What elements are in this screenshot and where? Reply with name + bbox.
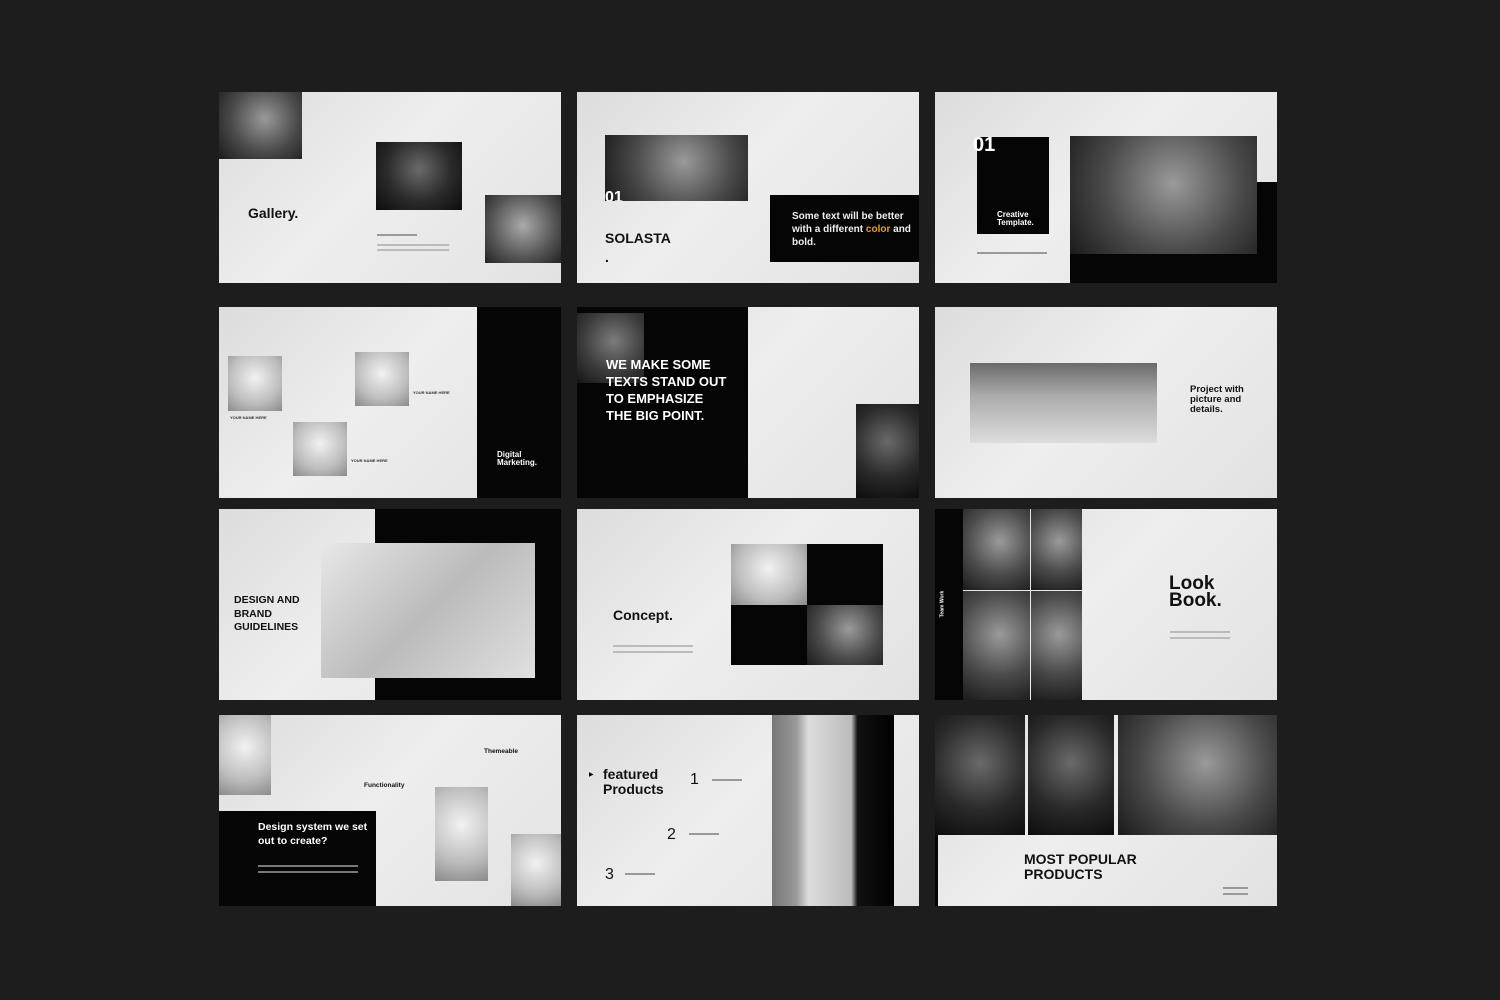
black-strip: Team Work xyxy=(935,509,963,700)
slide-creative-template[interactable]: 01 Creative Template. xyxy=(935,92,1277,283)
photo xyxy=(605,135,748,201)
photo xyxy=(293,422,347,476)
side-label: Team Work xyxy=(939,590,946,618)
photo xyxy=(511,834,561,906)
photo xyxy=(807,605,883,665)
photo xyxy=(731,544,807,605)
slide-title: Creative Template. xyxy=(997,210,1034,228)
feature-label: Functionality xyxy=(364,782,405,789)
feature-label: Themeable xyxy=(484,748,518,755)
slide-lookbook[interactable]: Team Work Look Book. xyxy=(935,509,1277,700)
item-number: 2 xyxy=(667,826,676,843)
photo xyxy=(435,787,488,881)
text-line xyxy=(1170,631,1230,633)
photo xyxy=(1031,509,1082,590)
text-line xyxy=(613,651,693,653)
slide-solasta[interactable]: 01 SOLASTA . Some text will be better wi… xyxy=(577,92,919,283)
photo xyxy=(485,195,561,263)
callout-text: Some text will be better with a differen… xyxy=(792,211,911,248)
text-line xyxy=(1223,887,1248,889)
photo xyxy=(970,363,1157,443)
slide-title: Project with picture and details. xyxy=(1190,384,1244,415)
item-number: 3 xyxy=(605,866,614,883)
text-line xyxy=(1223,893,1248,895)
black-box: Design system we set out to create? xyxy=(219,811,376,906)
photo xyxy=(1031,591,1082,700)
black-panel: Digital Marketing. xyxy=(477,307,561,498)
photo xyxy=(321,543,535,678)
photo xyxy=(376,142,462,210)
text-line xyxy=(689,833,719,835)
slide-title: Digital Marketing. xyxy=(497,450,538,468)
slide-team[interactable]: Digital Marketing. YOUR NAME HERE YOUR N… xyxy=(219,307,561,498)
black-box xyxy=(731,605,807,665)
text-line xyxy=(258,865,358,867)
slide-title: SOLASTA xyxy=(605,230,671,246)
text-line xyxy=(377,244,449,246)
black-edge xyxy=(935,835,938,906)
text-line xyxy=(258,871,358,873)
text-line xyxy=(712,779,742,781)
text-line xyxy=(377,234,417,236)
text-line xyxy=(625,873,655,875)
text-line xyxy=(977,252,1047,254)
slide-guidelines[interactable]: DESIGN AND BRAND GUIDELINES xyxy=(219,509,561,700)
slide-title: DESIGN AND BRAND GUIDELINES xyxy=(234,594,300,634)
photo xyxy=(219,715,271,795)
text-line xyxy=(377,249,449,251)
slide-title: featured Products xyxy=(603,766,664,797)
slide-title: Gallery. xyxy=(248,205,299,221)
slide-title: MOST POPULAR PRODUCTS xyxy=(1024,851,1137,882)
statement-text: WE MAKE SOME TEXTS STAND OUT TO EMPHASIZ… xyxy=(606,357,727,423)
callout-box: Some text will be better with a differen… xyxy=(770,195,919,262)
photo xyxy=(772,715,894,906)
slide-design-system[interactable]: Design system we set out to create? Them… xyxy=(219,715,561,906)
slide-number: 01 xyxy=(605,190,623,201)
black-box: 01 Creative Template. xyxy=(973,135,1049,234)
arrow-icon: ▶ xyxy=(589,772,594,778)
title-dot: . xyxy=(605,249,609,265)
slide-title: Concept. xyxy=(613,607,673,623)
slide-project[interactable]: Project with picture and details. xyxy=(935,307,1277,498)
item-number: 1 xyxy=(690,771,699,788)
slide-statement[interactable]: WE MAKE SOME TEXTS STAND OUT TO EMPHASIZ… xyxy=(577,307,919,498)
slide-featured[interactable]: ▶ featured Products 1 2 3 xyxy=(577,715,919,906)
slide-concept[interactable]: Concept. xyxy=(577,509,919,700)
photo xyxy=(228,356,282,411)
text-line xyxy=(613,645,693,647)
member-name: YOUR NAME HERE xyxy=(230,415,267,420)
slide-title: Design system we set out to create? xyxy=(258,821,368,847)
photo xyxy=(1028,715,1114,835)
photo xyxy=(935,715,1025,835)
member-name: YOUR NAME HERE xyxy=(413,390,450,395)
photo xyxy=(1070,136,1257,254)
member-name: YOUR NAME HERE xyxy=(351,458,388,463)
text-line xyxy=(1170,637,1230,639)
black-box xyxy=(807,544,883,605)
slide-title: Look Book. xyxy=(1169,573,1222,611)
photo xyxy=(1118,715,1277,835)
slide-number: 01 xyxy=(973,134,996,156)
slide-gallery[interactable]: Gallery. xyxy=(219,92,561,283)
photo xyxy=(219,92,302,159)
slide-popular[interactable]: MOST POPULAR PRODUCTS xyxy=(935,715,1277,906)
photo xyxy=(856,404,919,498)
photo xyxy=(963,509,1030,590)
photo xyxy=(355,352,409,406)
photo xyxy=(963,591,1030,700)
